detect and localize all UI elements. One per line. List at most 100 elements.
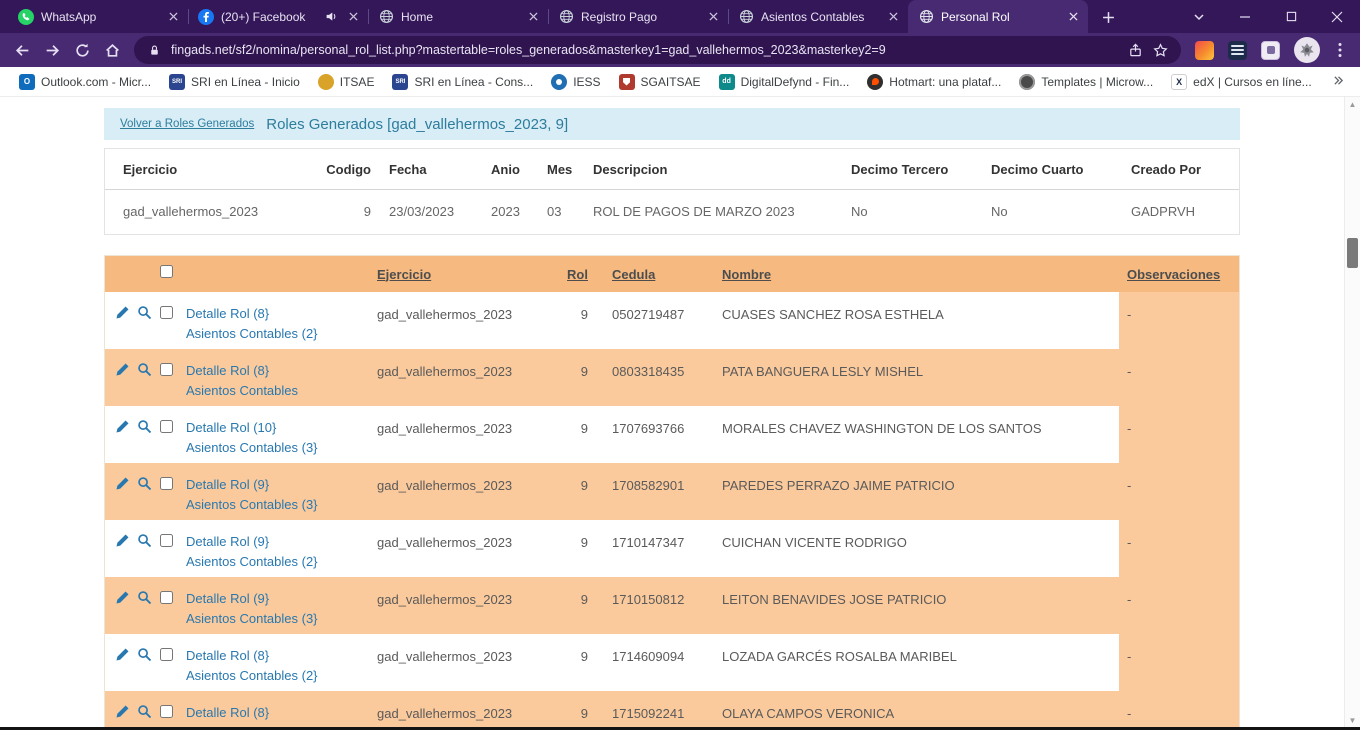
view-magnifier-icon[interactable] [136, 646, 152, 662]
extension-icon[interactable] [1195, 41, 1214, 60]
bookmark-iess[interactable]: IESS [542, 71, 609, 93]
tab-whatsapp[interactable]: WhatsApp [8, 0, 188, 33]
cell-ejercicio: gad_vallehermos_2023 [371, 691, 566, 727]
bookmark-hotmart[interactable]: Hotmart: una plataf... [858, 71, 1010, 93]
select-all-cell [153, 265, 186, 283]
maximize-button[interactable] [1268, 0, 1314, 33]
asientos-contables-link[interactable]: Asientos Contables (2} [186, 324, 371, 344]
tab-close-icon[interactable] [705, 8, 722, 25]
row-checkbox[interactable] [160, 420, 173, 433]
tab-asientos-contables[interactable]: Asientos Contables [728, 0, 908, 33]
url-bar[interactable]: fingads.net/sf2/nomina/personal_rol_list… [134, 36, 1181, 64]
view-magnifier-icon[interactable] [136, 532, 152, 548]
asientos-contables-link[interactable]: Asientos Contables (3} [186, 495, 371, 515]
forward-icon[interactable] [38, 36, 66, 64]
lock-icon[interactable] [146, 42, 163, 59]
share-icon[interactable] [1127, 42, 1144, 59]
tab-personal-rol[interactable]: Personal Rol [908, 0, 1088, 33]
view-magnifier-icon[interactable] [136, 589, 152, 605]
view-magnifier-icon[interactable] [136, 475, 152, 491]
row-checkbox[interactable] [160, 705, 173, 718]
detalle-rol-link[interactable]: Detalle Rol (10} [186, 418, 371, 438]
home-icon[interactable] [98, 36, 126, 64]
edit-pencil-icon[interactable] [114, 646, 130, 662]
view-magnifier-icon[interactable] [136, 703, 152, 719]
row-checkbox[interactable] [160, 477, 173, 490]
scroll-up-arrow[interactable]: ▲ [1345, 97, 1360, 111]
bookmark-sri-inicio[interactable]: SRI en Línea - Inicio [160, 71, 309, 93]
audio-playing-icon[interactable] [324, 10, 338, 24]
cell: 03 [547, 190, 593, 234]
tab-close-icon[interactable] [885, 8, 902, 25]
bookmarks-bar: Outlook.com - Micr... SRI en Línea - Ini… [0, 67, 1360, 97]
tab-close-icon[interactable] [1065, 8, 1082, 25]
edit-pencil-icon[interactable] [114, 418, 130, 434]
page-scrollbar[interactable]: ▲ ▼ [1344, 97, 1360, 727]
detalle-rol-link[interactable]: Detalle Rol (8} [186, 646, 371, 666]
view-magnifier-icon[interactable] [136, 361, 152, 377]
row-actions [105, 691, 153, 727]
select-all-checkbox[interactable] [160, 265, 173, 278]
extension-icon[interactable] [1228, 41, 1247, 60]
row-checkbox[interactable] [160, 363, 173, 376]
edit-pencil-icon[interactable] [114, 532, 130, 548]
menu-icon[interactable] [1328, 36, 1352, 64]
scroll-down-arrow[interactable]: ▼ [1345, 713, 1360, 727]
sort-header-ejercicio[interactable]: Ejercicio [371, 267, 566, 282]
bookmark-sri-consultas[interactable]: SRI en Línea - Cons... [383, 71, 542, 93]
bookmark-itsae[interactable]: ITSAE [309, 71, 384, 93]
row-checkbox[interactable] [160, 648, 173, 661]
reload-icon[interactable] [68, 36, 96, 64]
detalle-rol-link[interactable]: Detalle Rol (9} [186, 589, 371, 609]
back-to-roles-link[interactable]: Volver a Roles Generados [120, 118, 254, 130]
asientos-contables-link[interactable]: Asientos Contables (2} [186, 666, 371, 686]
asientos-contables-link[interactable]: Asientos Contables (2} [186, 552, 371, 572]
back-icon[interactable] [8, 36, 36, 64]
close-button[interactable] [1314, 0, 1360, 33]
asientos-contables-link[interactable]: Asientos Contables [186, 381, 371, 401]
tab-registro-pago[interactable]: Registro Pago [548, 0, 728, 33]
edit-pencil-icon[interactable] [114, 304, 130, 320]
tab-home[interactable]: Home [368, 0, 548, 33]
sort-header-observaciones[interactable]: Observaciones [1119, 267, 1239, 282]
row-checkbox[interactable] [160, 306, 173, 319]
asientos-contables-link[interactable]: Asientos Contables (3} [186, 609, 371, 629]
view-magnifier-icon[interactable] [136, 304, 152, 320]
bookmark-star-icon[interactable] [1152, 42, 1169, 59]
bookmark-outlook[interactable]: Outlook.com - Micr... [10, 71, 160, 93]
itsae-icon [318, 74, 334, 90]
row-checkbox[interactable] [160, 591, 173, 604]
sort-header-rol[interactable]: Rol [566, 267, 606, 282]
tab-facebook[interactable]: (20+) Facebook [188, 0, 368, 33]
tab-close-icon[interactable] [165, 8, 182, 25]
row-checkbox[interactable] [160, 534, 173, 547]
bookmark-edx[interactable]: edX | Cursos en líne... [1162, 71, 1321, 93]
minimize-button[interactable] [1222, 0, 1268, 33]
edit-pencil-icon[interactable] [114, 361, 130, 377]
url-text[interactable]: fingads.net/sf2/nomina/personal_rol_list… [171, 43, 1119, 57]
bookmark-sgaitsae[interactable]: SGAITSAE [610, 71, 710, 93]
sort-header-cedula[interactable]: Cedula [606, 267, 716, 282]
edit-pencil-icon[interactable] [114, 703, 130, 719]
tab-close-icon[interactable] [345, 8, 362, 25]
detalle-rol-link[interactable]: Detalle Rol (8} [186, 361, 371, 381]
detalle-rol-link[interactable]: Detalle Rol (9} [186, 475, 371, 495]
detalle-rol-link[interactable]: Detalle Rol (8} [186, 703, 371, 723]
tab-close-icon[interactable] [525, 8, 542, 25]
scrollbar-thumb[interactable] [1347, 238, 1358, 268]
row-actions [105, 406, 153, 463]
profile-avatar[interactable] [1294, 37, 1320, 63]
extension-icon[interactable] [1261, 41, 1280, 60]
bookmark-templates[interactable]: Templates | Microw... [1010, 71, 1162, 93]
detalle-rol-link[interactable]: Detalle Rol (8} [186, 304, 371, 324]
asientos-contables-link[interactable]: Asientos Contables (3} [186, 438, 371, 458]
bookmarks-overflow-icon[interactable] [1327, 74, 1350, 89]
edit-pencil-icon[interactable] [114, 475, 130, 491]
tab-search-icon[interactable] [1176, 0, 1222, 33]
detalle-rol-link[interactable]: Detalle Rol (9} [186, 532, 371, 552]
sort-header-nombre[interactable]: Nombre [716, 267, 1119, 282]
edit-pencil-icon[interactable] [114, 589, 130, 605]
new-tab-button[interactable] [1094, 3, 1122, 31]
view-magnifier-icon[interactable] [136, 418, 152, 434]
bookmark-digitaldefynd[interactable]: DigitalDefynd - Fin... [710, 71, 859, 93]
